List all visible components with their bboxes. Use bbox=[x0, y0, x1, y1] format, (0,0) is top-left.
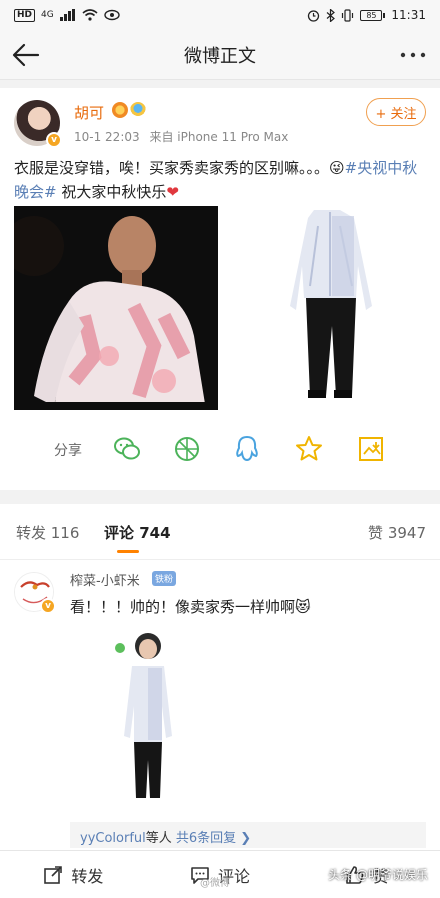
vibrate-icon bbox=[342, 8, 354, 22]
stage-performer-image bbox=[14, 206, 218, 410]
battery-tip bbox=[383, 12, 386, 18]
nav-bar: 微博正文 bbox=[0, 30, 440, 80]
share-label: 分享 bbox=[54, 443, 82, 459]
repost-label: 转发 bbox=[71, 866, 104, 886]
author-name[interactable]: 胡可 bbox=[74, 102, 104, 123]
repost-button[interactable]: 转发 bbox=[0, 851, 147, 898]
save-image-icon[interactable] bbox=[356, 434, 386, 464]
weibo-post: v 胡可 10-1 22:03 来自 iPhone 11 Pro Max + 关… bbox=[0, 88, 440, 490]
outfit-image bbox=[222, 206, 426, 410]
back-arrow-icon[interactable] bbox=[10, 39, 42, 71]
fan-badge: 铁粉 bbox=[152, 571, 177, 586]
toutiao-watermark: 头条 @明爷说娱乐 bbox=[328, 868, 428, 882]
active-tab-indicator bbox=[117, 550, 139, 553]
post-photo-stage[interactable] bbox=[14, 206, 218, 410]
comment-image[interactable] bbox=[108, 626, 188, 806]
battery-icon: 85 bbox=[360, 9, 386, 21]
eye-icon bbox=[104, 9, 120, 21]
status-right: 85 11:31 bbox=[307, 8, 426, 22]
favorite-star-icon[interactable] bbox=[294, 434, 324, 464]
repost-icon bbox=[44, 865, 63, 884]
post-text-line1: 衣服是没穿错，唉！买家秀卖家秀的区别嘛。。。😜 bbox=[14, 159, 345, 177]
interaction-tabs: 转发 116 评论 744 赞 3947 bbox=[0, 504, 440, 560]
wechat-icon[interactable] bbox=[112, 434, 142, 464]
reply-count-link[interactable]: 共6条回复 ❯ bbox=[176, 831, 251, 846]
status-left: HD 4G bbox=[14, 8, 120, 22]
post-text-rest: 祝大家中秋快乐 bbox=[56, 183, 167, 201]
comment-text: 看！！！帅的！像卖家秀一样帅啊😻 bbox=[70, 598, 311, 616]
signal-icon bbox=[59, 9, 75, 21]
status-bar: HD 4G 85 11:31 bbox=[0, 0, 440, 30]
bluetooth-icon bbox=[327, 8, 336, 22]
verified-badge-icon: v bbox=[46, 132, 62, 148]
tab-repost[interactable]: 转发 116 bbox=[16, 522, 79, 543]
comment-item: v 榨菜-小虾米 铁粉 看！！！帅的！像卖家秀一样帅啊😻 yyColorful等… bbox=[0, 560, 440, 850]
signal-label: 4G bbox=[41, 10, 54, 20]
hd-badge: HD bbox=[14, 8, 36, 22]
alarm-icon bbox=[308, 9, 320, 22]
heart-emoji: ❤ bbox=[166, 183, 179, 201]
more-dots-icon[interactable] bbox=[398, 42, 428, 68]
reply-mid: 等人 bbox=[145, 831, 176, 846]
reply-user[interactable]: yyColorful bbox=[80, 831, 146, 846]
wifi-icon bbox=[82, 9, 98, 21]
page-title: 微博正文 bbox=[184, 45, 256, 67]
tab-comment[interactable]: 评论 744 bbox=[104, 522, 171, 543]
clock: 11:31 bbox=[391, 8, 426, 22]
post-time: 10-1 22:03 bbox=[74, 130, 140, 144]
share-row: 分享 bbox=[0, 428, 440, 472]
post-text: 衣服是没穿错，唉！买家秀卖家秀的区别嘛。。。😜#央视中秋晚会# 祝大家中秋快乐❤ bbox=[14, 156, 426, 204]
author-badges bbox=[112, 102, 146, 118]
follow-button[interactable]: + 关注 bbox=[366, 98, 426, 126]
post-source: 来自 iPhone 11 Pro Max bbox=[149, 130, 289, 144]
weibo-watermark: @微博 bbox=[200, 878, 230, 889]
replies-summary[interactable]: yyColorful等人 共6条回复 ❯ bbox=[70, 822, 426, 848]
commenter-verified-icon: v bbox=[40, 598, 56, 614]
post-meta: 10-1 22:03 来自 iPhone 11 Pro Max bbox=[74, 128, 288, 145]
tab-like[interactable]: 赞 3947 bbox=[368, 522, 426, 543]
member-badge-icon bbox=[112, 102, 128, 118]
balloon-badge-icon bbox=[130, 102, 146, 118]
commenter-name[interactable]: 榨菜-小虾米 bbox=[70, 570, 140, 589]
battery-level: 85 bbox=[360, 9, 383, 21]
moments-icon[interactable] bbox=[172, 434, 202, 464]
qq-icon[interactable] bbox=[232, 434, 262, 464]
post-photo-outfit[interactable] bbox=[222, 206, 426, 410]
